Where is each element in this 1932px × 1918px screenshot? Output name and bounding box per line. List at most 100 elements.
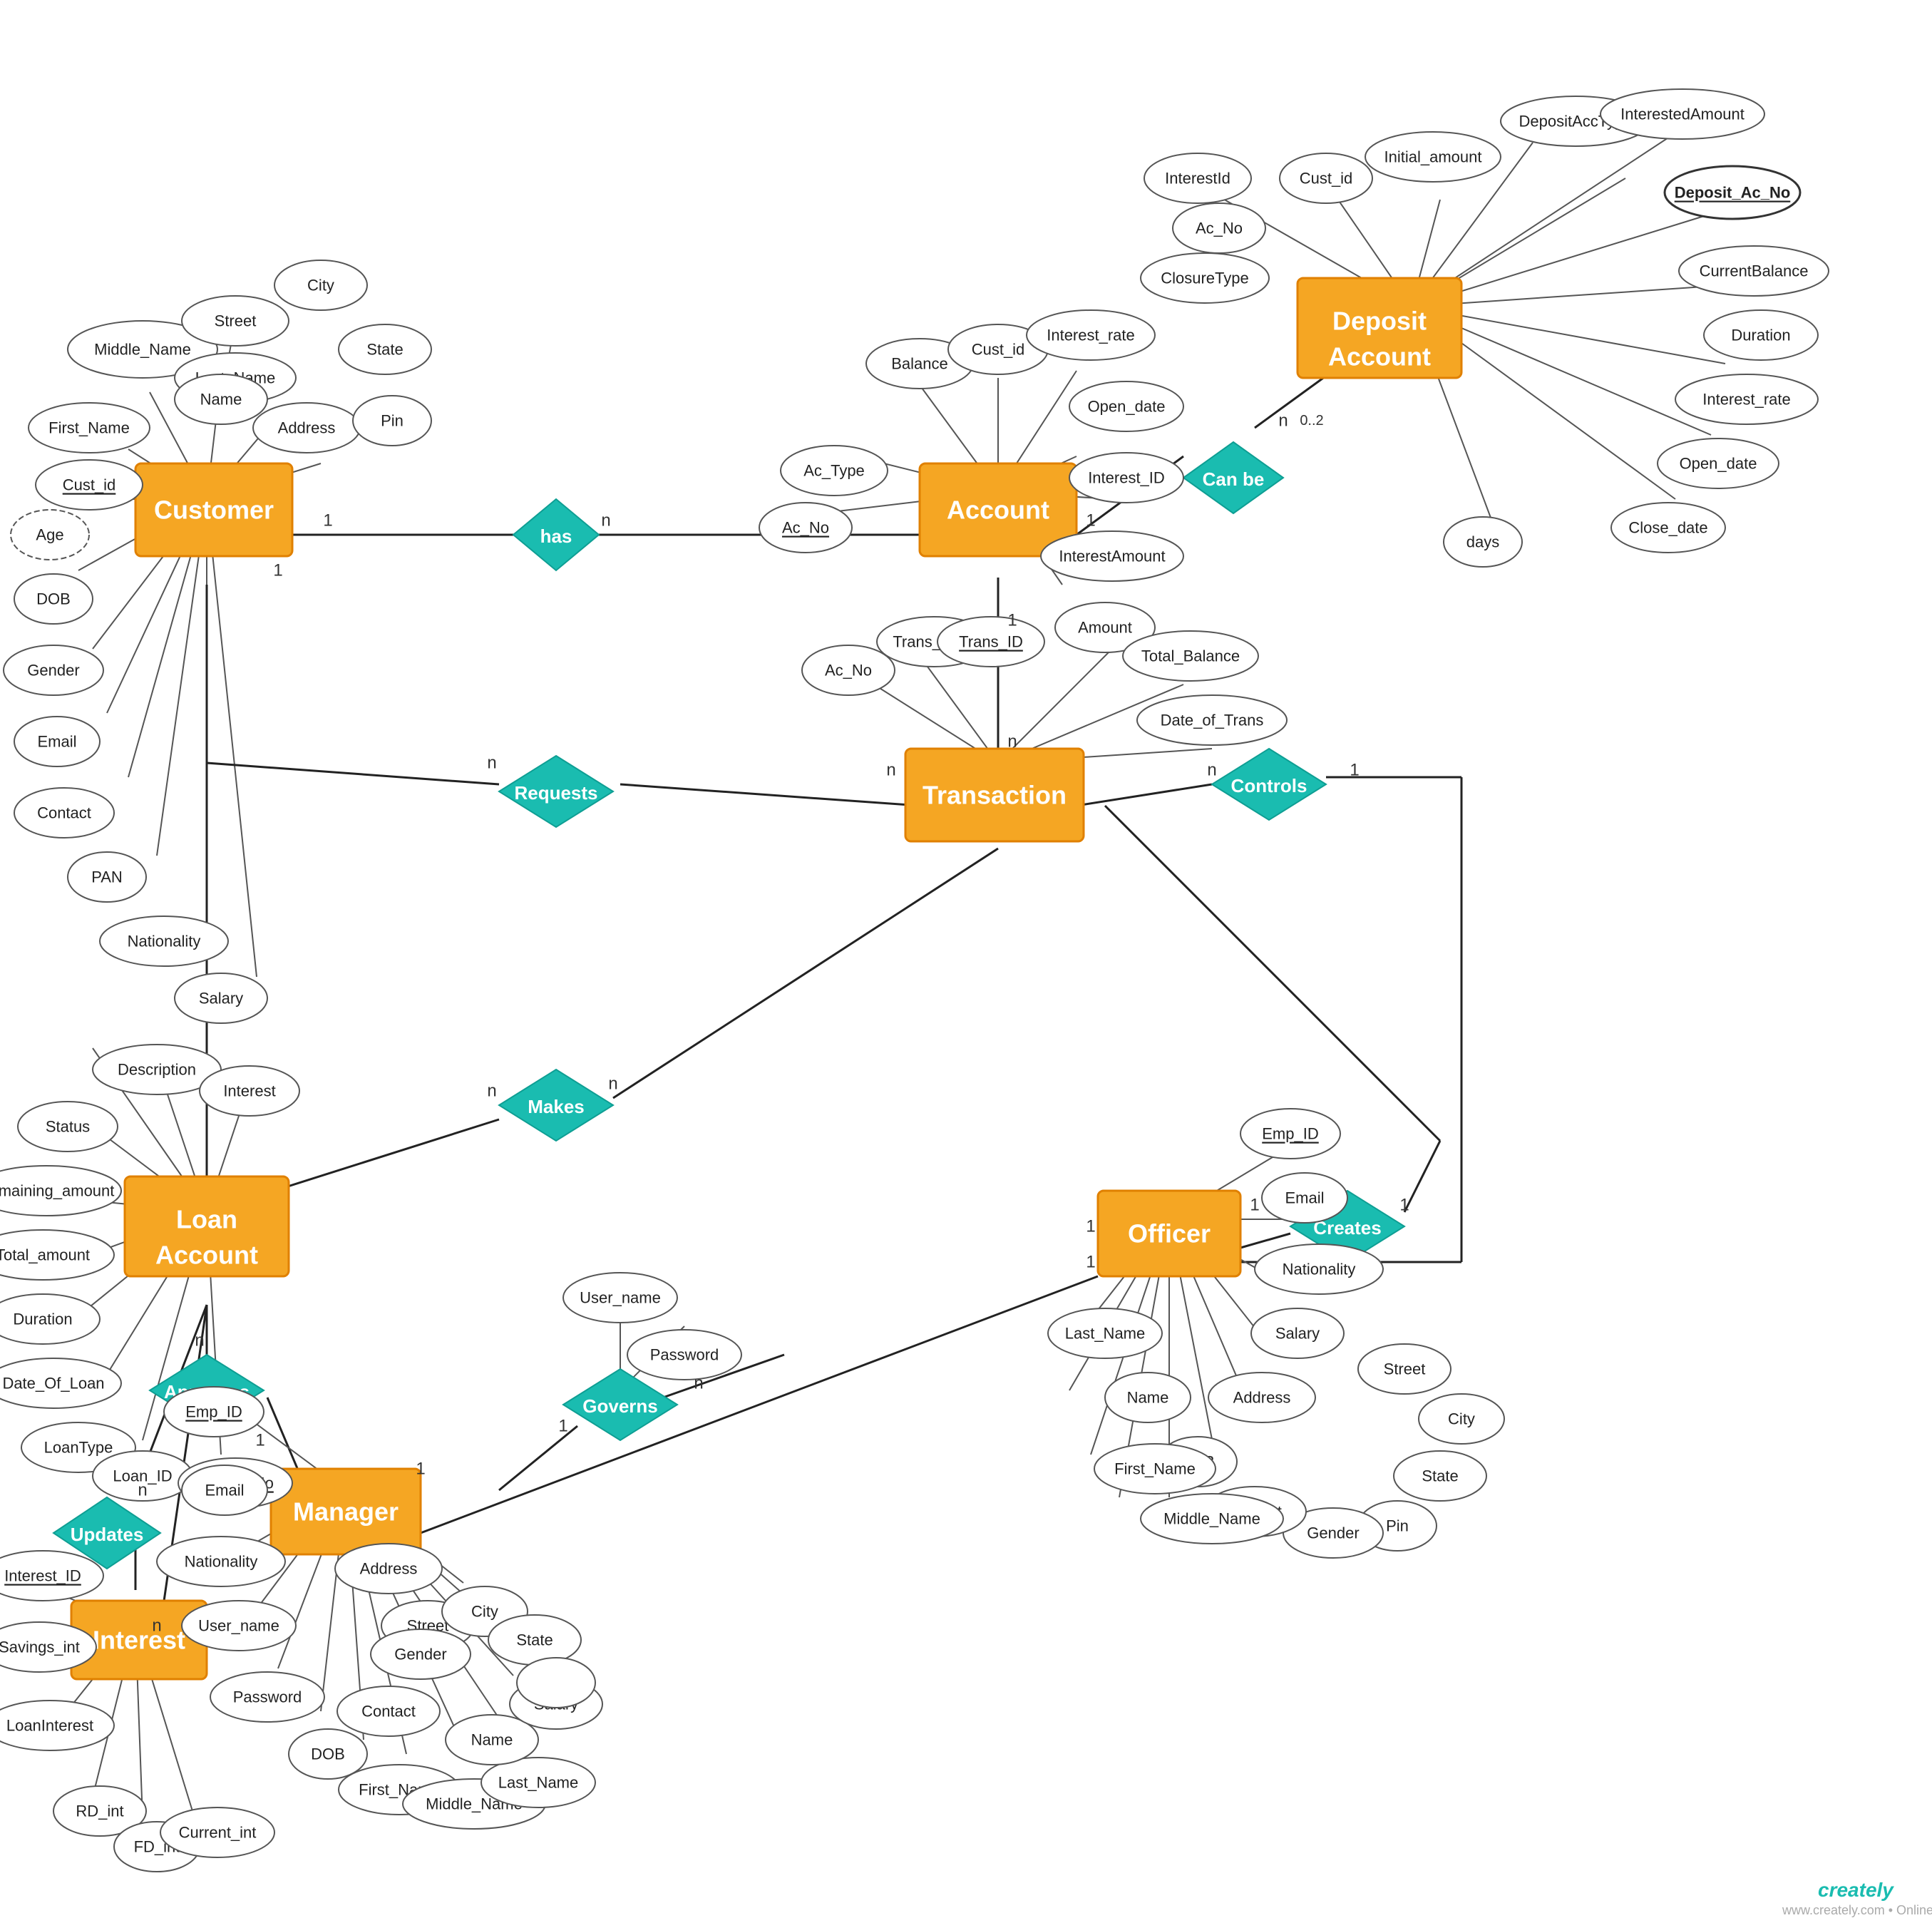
card-approves-manager: 1 (255, 1431, 264, 1450)
card-manager-officer-1: 1 (1086, 1217, 1095, 1236)
card-customer-1: 1 (273, 561, 282, 580)
attr-manager-contact-text: Contact (361, 1703, 416, 1720)
attr-ac-type-text: Ac_Type (803, 462, 865, 480)
attr-manager-last-name-text: Last_Name (498, 1774, 579, 1792)
card-manager-1: 1 (416, 1460, 425, 1479)
deposit-account-label: Deposit (1332, 307, 1427, 336)
attr-rd-int-text: RD_int (76, 1802, 123, 1820)
attr-manager-state-text: State (516, 1631, 553, 1649)
attr-amount-text: Amount (1078, 619, 1132, 637)
requests-label: Requests (514, 782, 597, 804)
attr-status-text: Status (46, 1118, 90, 1136)
card-governs-manager: 1 (558, 1417, 567, 1436)
card-requests-customer: n (487, 754, 496, 773)
attr-officer-email-text: Email (1285, 1189, 1324, 1207)
customer-label: Customer (154, 496, 274, 525)
attr-interest-id-text: Interest_ID (1088, 469, 1165, 487)
card-updates-loan: n (138, 1481, 147, 1500)
attr-city-text: City (307, 277, 334, 294)
card-makes-loan: n (487, 1082, 496, 1101)
attr-loan-type-text: LoanType (44, 1439, 113, 1457)
card-governs-officer: n (694, 1374, 703, 1393)
attr-interest-amount-text: InterestAmount (1059, 548, 1165, 565)
attr-deposit-interest-id-text: InterestId (1165, 170, 1230, 188)
attr-pan-text: PAN (91, 868, 123, 886)
card-updates-interest: n (152, 1616, 161, 1636)
card-account-can-be: 1 (1086, 511, 1095, 530)
attr-manager-dob-text: DOB (311, 1745, 345, 1763)
attr-first-name-text: First_Name (48, 419, 130, 437)
attr-trans-ac-no-text: Ac_No (825, 662, 872, 679)
attr-manager-city-text: City (471, 1603, 498, 1621)
attr-interested-amount-text: InterestedAmount (1620, 106, 1745, 123)
transaction-label: Transaction (923, 781, 1067, 810)
attr-officer-pin-text: Pin (1386, 1517, 1409, 1535)
attr-manager-emp-id-text: Emp_ID (185, 1403, 242, 1421)
attr-cust-id-text: Cust_id (63, 476, 116, 494)
card-officer-1: 1 (1086, 1253, 1095, 1272)
attr-officer-name-text: Name (1127, 1389, 1169, 1407)
attr-manager-gender-text: Gender (394, 1646, 446, 1663)
attr-contact-text: Contact (37, 804, 91, 822)
attr-deposit-interest-rate-text: Interest_rate (1702, 391, 1791, 409)
attr-manager-address-text: Address (360, 1560, 418, 1578)
attr-governs-password-text: Password (650, 1346, 719, 1364)
attr-duration-text: Duration (1731, 327, 1790, 344)
attr-deposit-cust-id-text: Cust_id (1300, 170, 1353, 188)
attr-officer-street-text: Street (1384, 1360, 1426, 1378)
attr-officer-address-text: Address (1233, 1389, 1291, 1407)
has-label: has (540, 525, 572, 547)
card-controls-trans: n (1207, 761, 1216, 780)
loan-account-label: Loan (176, 1205, 237, 1234)
attr-governs-username-text: User_name (580, 1289, 661, 1307)
can-be-label: Can be (1203, 468, 1265, 490)
attr-deposit-ac-no-2-text: Ac_No (1196, 220, 1243, 237)
card-trans-account: n (1007, 732, 1017, 752)
attr-salary-text: Salary (199, 990, 243, 1007)
attr-trans-id-text: Trans_ID (959, 633, 1023, 651)
attr-loan-interest-2-text: LoanInterest (6, 1717, 93, 1735)
attr-current-balance-text: CurrentBalance (1700, 262, 1809, 280)
er-diagram: Customer Account Deposit Account Transac… (0, 0, 1932, 1918)
card-approves-loan: n (195, 1331, 204, 1350)
attr-savings-int-text: Savings_int (0, 1638, 80, 1656)
attr-manager-email-text: Email (205, 1482, 244, 1499)
attr-interest-id-int-text: Interest_ID (4, 1567, 81, 1585)
attr-officer-middle-name-text: Middle_Name (1163, 1510, 1260, 1528)
attr-total-balance-text: Total_Balance (1141, 647, 1240, 665)
attr-street-text: Street (215, 312, 257, 330)
account-label: Account (947, 496, 1049, 525)
attr-officer-city-text: City (1448, 1410, 1475, 1428)
officer-label: Officer (1128, 1219, 1211, 1248)
attr-days-text: days (1466, 533, 1499, 551)
attr-middle-name-text: Middle_Name (94, 341, 191, 359)
card-customer-has: 1 (323, 511, 332, 530)
loan-account-label2: Account (155, 1241, 258, 1270)
attr-officer-state-text: State (1422, 1467, 1458, 1485)
attr-close-date-text: Close_date (1628, 519, 1707, 537)
attr-officer-emp-id-text: Emp_ID (1262, 1125, 1318, 1143)
attr-loan-interest-text: Interest (223, 1082, 275, 1100)
attr-officer-salary-text: Salary (1275, 1325, 1320, 1343)
attr-manager-name-text: Name (471, 1731, 513, 1749)
card-can-be-deposit: n (1278, 411, 1288, 431)
attr-balance-text: Balance (891, 355, 948, 373)
attr-address-text: Address (278, 419, 336, 437)
attr-name-text: Name (200, 391, 242, 409)
deposit-account-label2: Account (1328, 342, 1431, 371)
attr-account-cust-id-text: Cust_id (972, 341, 1025, 359)
attr-officer-last-name-text: Last_Name (1065, 1325, 1146, 1343)
attr-manager-password-text: Password (233, 1688, 302, 1706)
card-requests-transaction: n (886, 761, 895, 780)
attr-current-int-text: Current_int (179, 1824, 257, 1842)
attr-manager-username-text: User_name (198, 1617, 279, 1635)
attr-age-text: Age (36, 526, 63, 544)
attr-nationality-text: Nationality (128, 933, 201, 950)
attr-open-date-text: Open_date (1088, 398, 1166, 416)
attr-remaining-amount-text: Remaining_amount (0, 1182, 114, 1200)
card-account-trans: 1 (1007, 611, 1017, 630)
card-has-account: n (601, 511, 610, 530)
attr-initial-amount-text: Initial_amount (1384, 148, 1482, 166)
watermark-creately: creately (1818, 1879, 1894, 1901)
updates-label: Updates (71, 1524, 144, 1545)
